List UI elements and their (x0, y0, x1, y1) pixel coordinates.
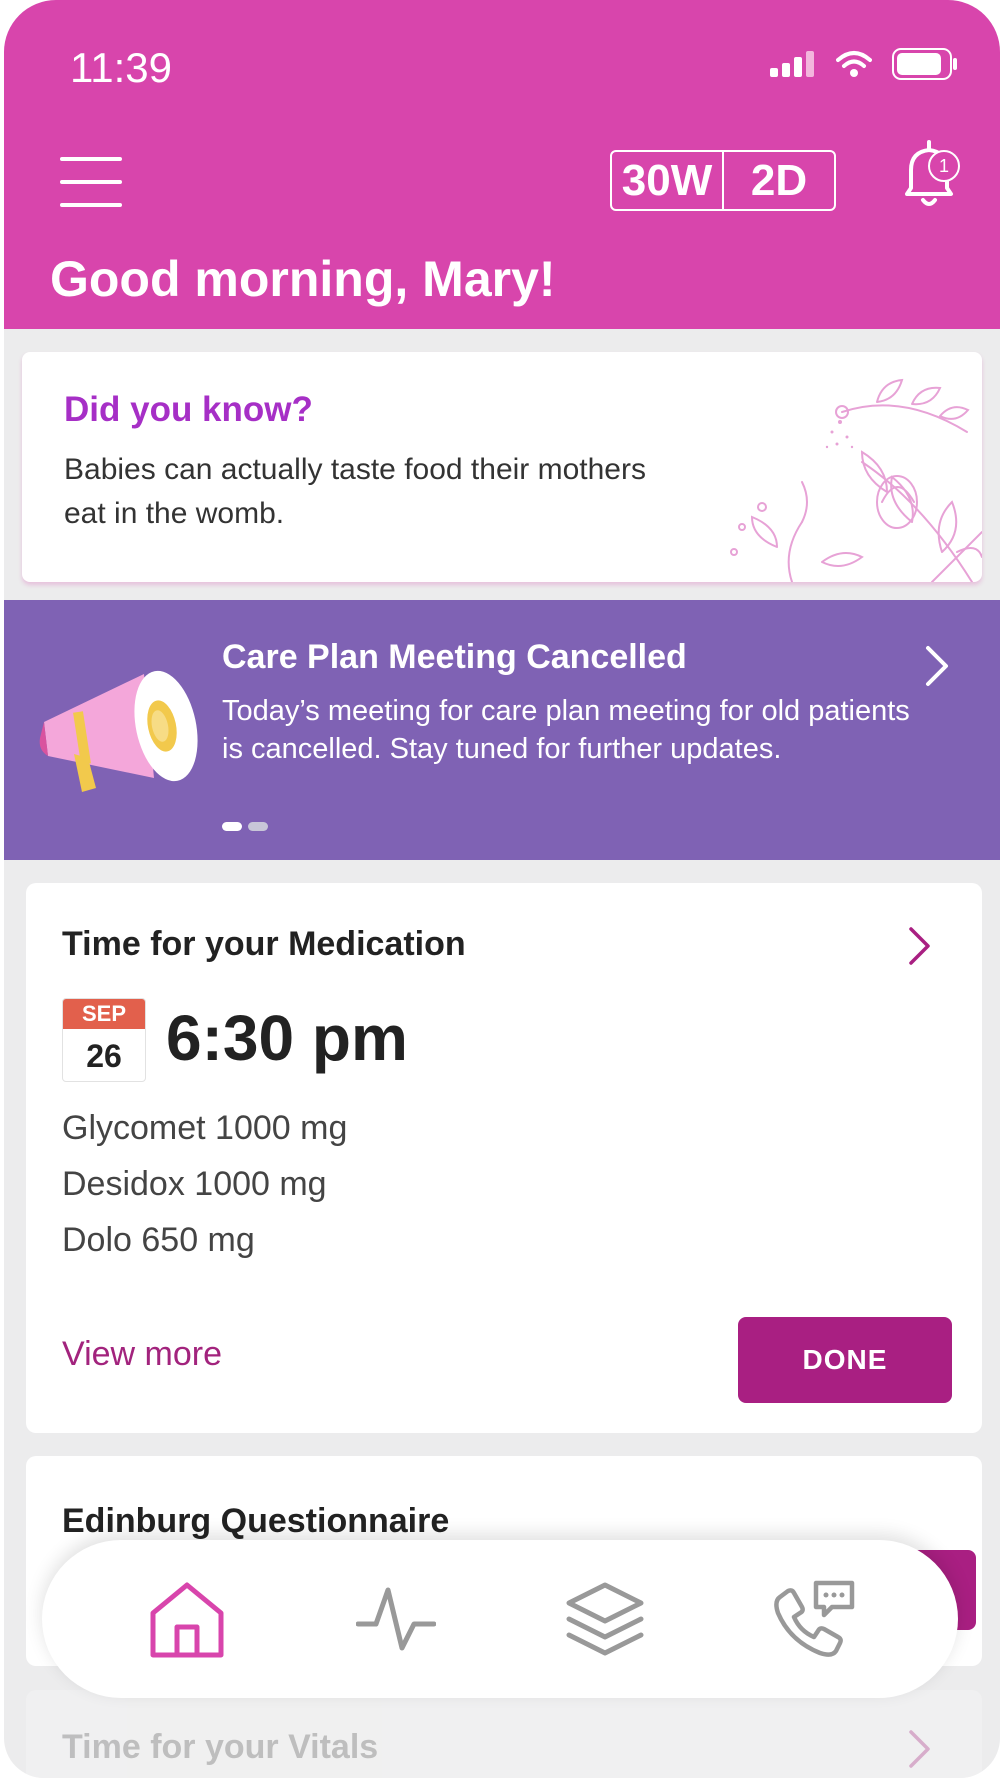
layers-icon (566, 1582, 643, 1656)
app-screen: 11:39 30W 2D 1 Good morning, Mary! Did y… (4, 0, 1000, 1778)
did-you-know-text: Babies can actually taste food their mot… (64, 453, 646, 530)
medication-item: Glycomet 1000 mg (62, 1109, 348, 1147)
signal-icon (770, 51, 814, 77)
bottom-navigation (42, 1540, 958, 1698)
medication-time: 6:30 pm (166, 1002, 408, 1074)
app-header: 11:39 30W 2D 1 Good morning, Mary! (4, 0, 1000, 329)
announcement-text: Today’s meeting for care plan meeting fo… (222, 695, 910, 765)
did-you-know-title: Did you know? (64, 390, 313, 429)
nav-home[interactable] (142, 1574, 232, 1664)
medication-item: Dolo 650 mg (62, 1221, 255, 1259)
status-icons (770, 48, 958, 80)
nav-contact[interactable] (769, 1574, 859, 1664)
chevron-right-icon[interactable] (906, 1728, 932, 1770)
carousel-dots[interactable] (222, 822, 268, 831)
status-time: 11:39 (70, 44, 172, 91)
home-icon (150, 1582, 223, 1658)
nav-library[interactable] (560, 1574, 650, 1664)
chevron-right-icon[interactable] (906, 925, 932, 967)
phone-chat-icon (773, 1580, 854, 1657)
medication-card[interactable]: Time for your Medication SEP 26 6:30 pm … (26, 883, 982, 1433)
wifi-icon (836, 51, 872, 77)
calendar-month: SEP (63, 999, 145, 1029)
battery-icon (892, 48, 957, 80)
announcement-title: Care Plan Meeting Cancelled (222, 638, 687, 676)
medication-item: Desidox 1000 mg (62, 1165, 327, 1203)
carousel-dot[interactable] (222, 822, 242, 831)
calendar-date-icon: SEP 26 (62, 998, 146, 1082)
pulse-icon (355, 1587, 436, 1651)
vitals-title: Time for your Vitals (62, 1728, 379, 1766)
weeks-value: 30W (621, 155, 713, 205)
menu-button[interactable] (60, 157, 122, 207)
carousel-dot[interactable] (248, 822, 268, 831)
calendar-day: 26 (86, 1038, 122, 1074)
done-button[interactable]: DONE (738, 1317, 952, 1403)
floral-illustration (730, 378, 982, 582)
medication-title: Time for your Medication (62, 925, 466, 963)
view-more-link[interactable]: View more (62, 1335, 222, 1374)
nav-vitals[interactable] (351, 1574, 441, 1664)
days-value: 2D (750, 155, 808, 205)
greeting-title: Good morning, Mary! (50, 251, 556, 307)
chevron-right-icon[interactable] (922, 644, 952, 688)
announcement-banner[interactable]: Care Plan Meeting Cancelled Today’s meet… (4, 600, 1000, 860)
did-you-know-card: Did you know? Babies can actually taste … (22, 352, 982, 582)
questionnaire-title: Edinburg Questionnaire (62, 1502, 450, 1540)
notification-count-badge: 1 (928, 150, 960, 182)
megaphone-icon (39, 670, 198, 792)
pregnancy-week-badge[interactable]: 30W 2D (610, 150, 836, 211)
vitals-card[interactable]: Time for your Vitals (26, 1690, 982, 1778)
